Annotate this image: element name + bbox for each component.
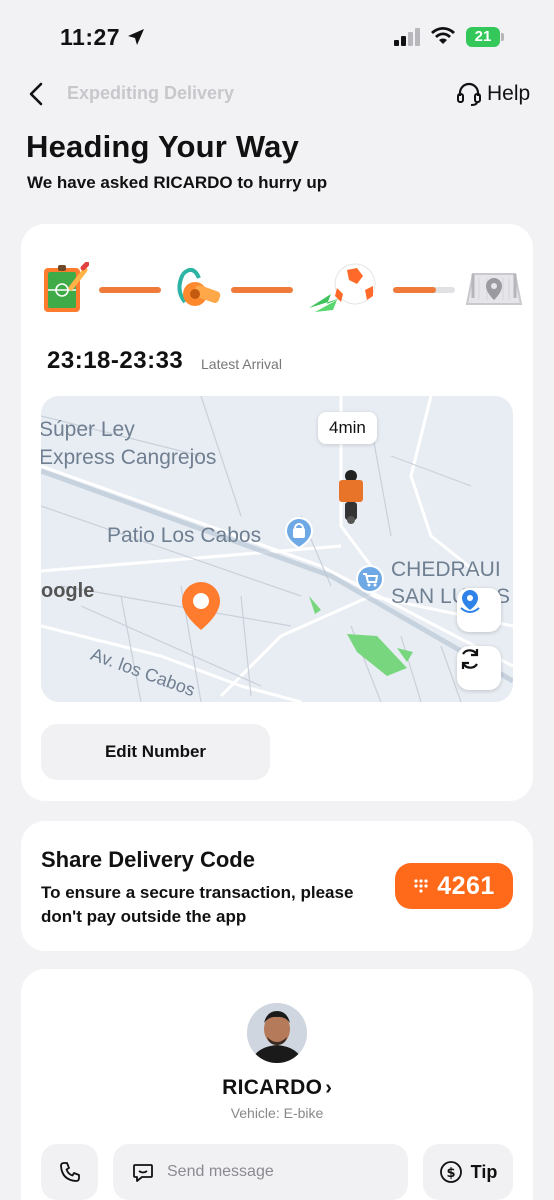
map-label-chedraui: CHEDRAUI — [391, 558, 501, 581]
cart-pin-icon — [356, 565, 384, 593]
wifi-icon — [431, 27, 455, 44]
map-label-patio: Patio Los Cabos — [107, 524, 262, 547]
status-time: 11:27 — [60, 24, 121, 50]
progress-bar-1 — [99, 287, 161, 293]
keypad-icon — [414, 879, 428, 893]
store-pin-icon — [284, 516, 314, 550]
destination-pin-icon — [182, 582, 220, 630]
battery-level: 21 — [466, 27, 500, 47]
rider-name: RICARDO — [222, 1076, 323, 1099]
courier-icon — [339, 470, 363, 524]
battery-icon: 21 — [466, 27, 504, 47]
headset-icon — [457, 82, 481, 106]
locate-button[interactable] — [457, 588, 501, 632]
delivery-code-value: 4261 — [437, 871, 495, 900]
arrival-label: Latest Arrival — [201, 356, 282, 372]
help-button[interactable]: Help — [455, 80, 530, 108]
progress-bar-3-fill — [393, 287, 436, 293]
soccer-ball-icon — [309, 263, 376, 312]
location-arrow-icon — [128, 29, 144, 45]
nav-bar: Expediting Delivery Help — [0, 72, 554, 116]
progress-steps — [41, 260, 523, 320]
delivery-code-card: Share Delivery Code To ensure a secure t… — [21, 821, 533, 951]
rider-vehicle: Vehicle: E-bike — [230, 1105, 324, 1121]
tip-button[interactable]: $ Tip — [423, 1144, 513, 1200]
message-placeholder: Send message — [167, 1163, 274, 1180]
map-label-super-ley: Súper Ley — [41, 418, 135, 441]
refresh-button[interactable] — [457, 646, 501, 690]
rider-name-link[interactable]: RICARDO › — [21, 1076, 533, 1100]
progress-bar-2 — [231, 287, 293, 293]
delivery-code-badge[interactable]: 4261 — [395, 863, 513, 909]
page-title: Heading Your Way — [26, 129, 300, 164]
tip-label: Tip — [470, 1161, 498, 1182]
signal-icon — [394, 28, 420, 46]
goal-icon — [465, 273, 523, 305]
phone-icon — [59, 1162, 80, 1182]
whistle-icon — [177, 267, 221, 306]
edit-number-button[interactable]: Edit Number — [41, 724, 270, 780]
delivery-map[interactable]: Súper Ley Express Cangrejos Patio Los Ca… — [41, 396, 513, 702]
delivery-code-description: To ensure a secure transaction, please d… — [41, 883, 354, 926]
message-input[interactable]: Send message — [113, 1144, 408, 1200]
chevron-right-icon: › — [325, 1077, 332, 1099]
chat-icon — [133, 1164, 153, 1182]
rider-card: RICARDO › Vehicle: E-bike Send message $ … — [21, 969, 533, 1200]
map-label-express: Express Cangrejos — [41, 446, 217, 469]
status-bar: 11:27 21 — [0, 0, 554, 70]
rider-photo — [247, 1003, 307, 1063]
page-subtitle: We have asked RICARDO to hurry up — [27, 173, 328, 192]
refresh-icon — [461, 649, 479, 669]
back-button[interactable] — [24, 80, 50, 108]
field-icon — [44, 262, 89, 312]
call-button[interactable] — [41, 1144, 98, 1200]
svg-text:$: $ — [446, 1166, 455, 1181]
locate-pin-icon — [460, 590, 480, 613]
help-label: Help — [487, 82, 531, 105]
rider-avatar[interactable] — [247, 1003, 307, 1063]
delivery-progress-card: 23:18-23:33 Latest Arrival Súper Ley Exp… — [21, 224, 533, 801]
map-label-google: oogle — [41, 580, 95, 602]
delivery-code-title: Share Delivery Code — [41, 847, 255, 872]
arrival-window: 23:18-23:33 — [47, 347, 184, 374]
nav-title: Expediting Delivery — [67, 83, 235, 103]
map-eta-badge: 4min — [318, 412, 377, 444]
dollar-icon: $ — [439, 1161, 462, 1183]
